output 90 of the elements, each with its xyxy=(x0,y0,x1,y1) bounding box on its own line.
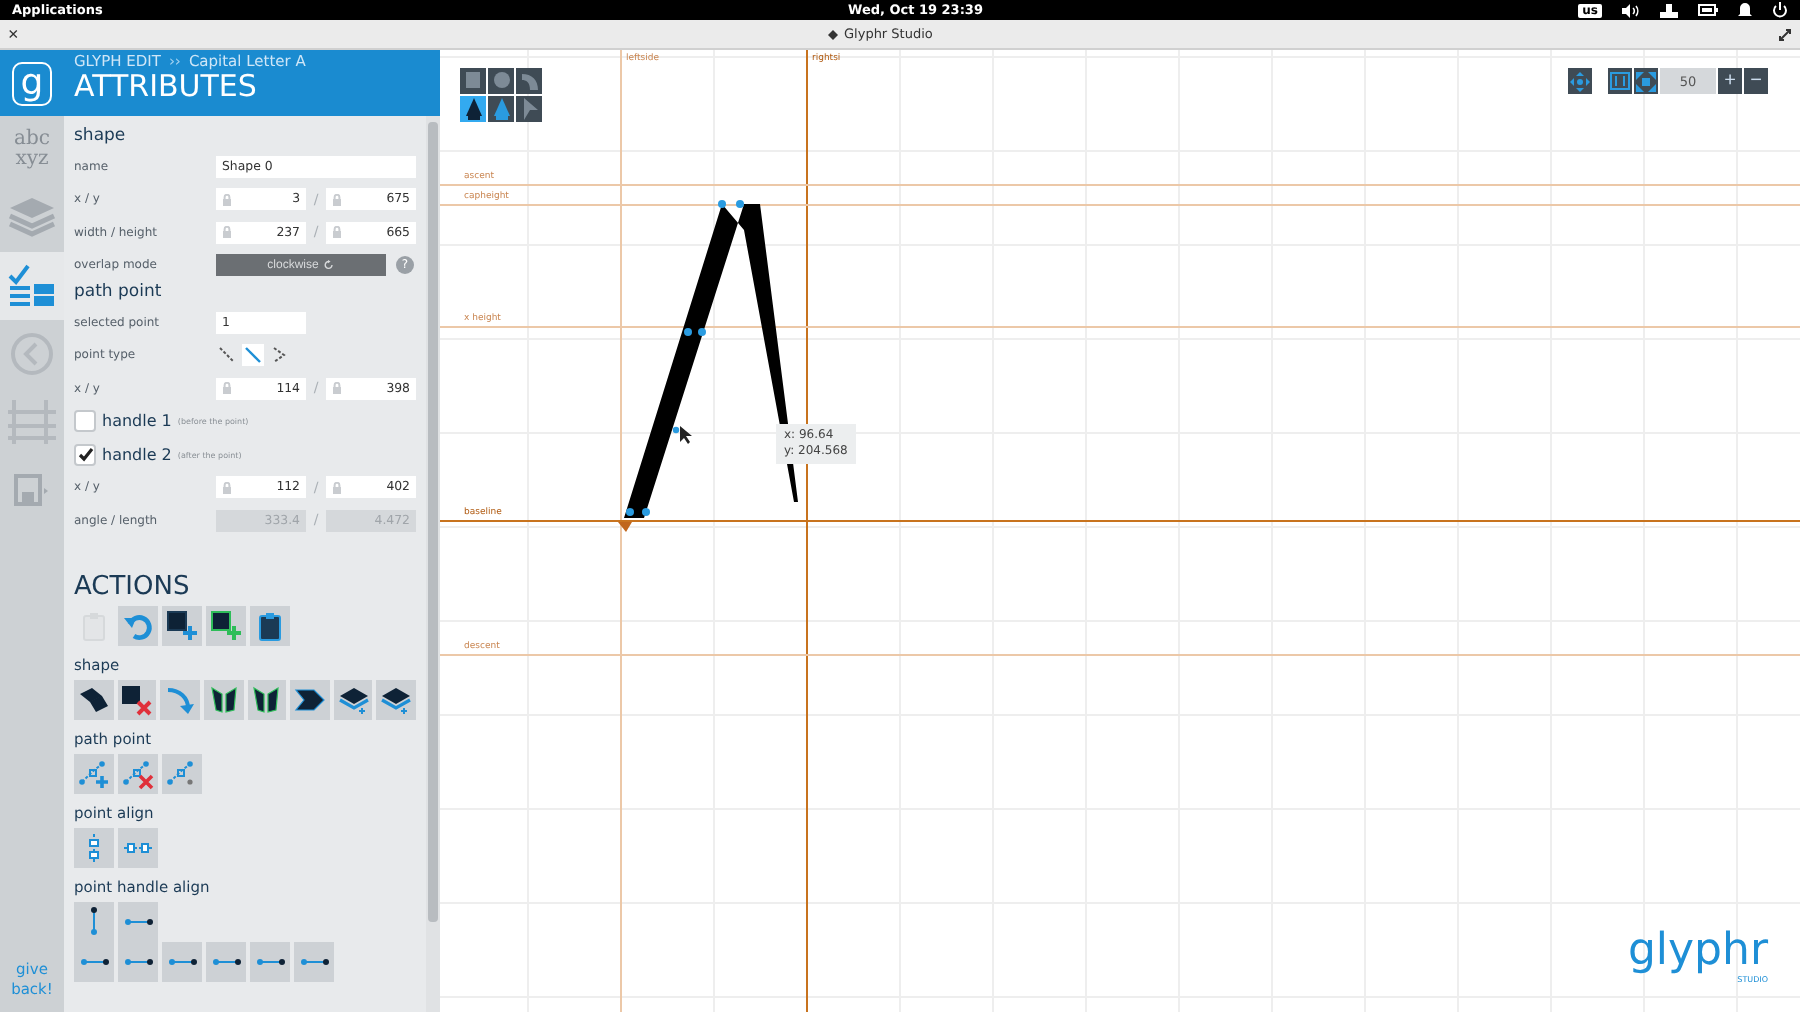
lock-icon xyxy=(222,481,232,494)
horizontal-handle-icon xyxy=(211,957,241,965)
action-button[interactable] xyxy=(376,679,416,719)
expand-icon xyxy=(1636,71,1656,91)
lock-icon xyxy=(332,193,342,206)
tool-button[interactable] xyxy=(460,96,486,122)
cursor-icon xyxy=(680,426,692,444)
pointer-icon xyxy=(519,98,539,120)
checkbox[interactable] xyxy=(74,410,96,433)
fit-button[interactable] xyxy=(1634,68,1658,94)
action-button[interactable] xyxy=(117,679,157,719)
square-x-icon xyxy=(120,683,153,715)
actual-size-button[interactable] xyxy=(1608,68,1632,94)
layers-icon xyxy=(8,196,56,240)
pan-button[interactable] xyxy=(1568,68,1592,94)
one-to-one-icon xyxy=(1610,72,1630,90)
squares-icon xyxy=(77,683,110,715)
action-button[interactable] xyxy=(74,679,114,719)
app-logo[interactable]: g xyxy=(0,50,64,116)
brand-logo-text: glyphr xyxy=(1627,930,1768,974)
checkbox[interactable] xyxy=(74,443,96,466)
layers-icon xyxy=(337,683,370,715)
points-icon xyxy=(166,757,198,789)
path-point-handles[interactable] xyxy=(626,200,744,516)
power-icon[interactable] xyxy=(1772,2,1788,18)
section-title: shape xyxy=(74,126,128,146)
path-tool-icon xyxy=(519,70,539,92)
lock-icon xyxy=(332,226,342,239)
horizontal-handle-icon xyxy=(255,957,285,965)
action-button[interactable] xyxy=(290,679,330,719)
pen-plus-icon xyxy=(491,98,511,120)
horizontal-handle-icon xyxy=(167,957,197,965)
clock-icon xyxy=(10,332,54,376)
action-button[interactable] xyxy=(206,605,246,645)
rotate-icon xyxy=(324,260,335,271)
action-button[interactable] xyxy=(250,605,290,645)
point-type-button[interactable] xyxy=(216,344,238,367)
resize-icon[interactable] xyxy=(1778,27,1792,41)
scrollbar-thumb[interactable] xyxy=(428,122,438,922)
checklist-icon xyxy=(8,264,56,308)
checkbox-label: handle 1 xyxy=(102,412,172,431)
actions-title: ACTIONS xyxy=(74,571,192,601)
point-type-button[interactable] xyxy=(242,344,264,367)
circle-tool-icon xyxy=(491,70,511,92)
section-title: path point xyxy=(74,282,164,302)
grid-icon xyxy=(8,400,56,444)
disk-icon xyxy=(14,474,50,506)
close-button[interactable]: × xyxy=(8,25,19,43)
move-icon xyxy=(1570,71,1590,91)
action-button[interactable] xyxy=(247,679,287,719)
point-delete-icon xyxy=(122,757,154,789)
lock-icon xyxy=(222,382,232,395)
square-plus-icon xyxy=(166,609,198,641)
mirrored-shapes-icon xyxy=(250,683,283,715)
nav-button[interactable] xyxy=(0,252,64,320)
square-tool-icon xyxy=(463,70,483,92)
layers-icon xyxy=(380,683,413,715)
bell-icon[interactable] xyxy=(1738,2,1752,18)
action-button[interactable] xyxy=(333,679,373,719)
tool-button[interactable] xyxy=(488,96,514,122)
square-plus-icon xyxy=(210,609,242,641)
zoom-out-button[interactable]: − xyxy=(1744,68,1768,94)
action-button[interactable] xyxy=(203,679,243,719)
battery-icon[interactable] xyxy=(1698,4,1718,16)
horizontal-handle-icon xyxy=(123,917,153,925)
network-icon[interactable] xyxy=(1660,3,1678,17)
action-button[interactable] xyxy=(162,605,202,645)
glyph-shape[interactable] xyxy=(624,204,798,518)
lock-icon xyxy=(332,382,342,395)
pen-icon xyxy=(463,98,483,120)
checkbox-label: handle 2 xyxy=(102,445,172,464)
vertical-handle-icon xyxy=(90,906,98,936)
lock-icon xyxy=(332,481,342,494)
horizontal-handle-icon xyxy=(299,957,329,965)
point-plus-icon xyxy=(78,757,110,789)
curve-arrow-icon xyxy=(164,683,197,715)
point-type-button[interactable] xyxy=(268,344,290,367)
horizontal-handle-icon xyxy=(79,957,109,965)
diamond-icon xyxy=(828,29,838,39)
horizontal-handle-icon xyxy=(123,957,153,965)
clipboard-icon xyxy=(254,609,286,641)
lock-icon xyxy=(222,226,232,239)
wedge-icon xyxy=(293,683,326,715)
lock-icon xyxy=(222,193,232,206)
mirrored-shapes-icon xyxy=(207,683,240,715)
zoom-in-button[interactable]: + xyxy=(1718,68,1742,94)
undo-icon xyxy=(122,609,154,641)
panel-title: ATTRIBUTES xyxy=(74,70,259,102)
guide-line[interactable] xyxy=(440,326,1800,328)
volume-icon[interactable] xyxy=(1622,3,1640,17)
